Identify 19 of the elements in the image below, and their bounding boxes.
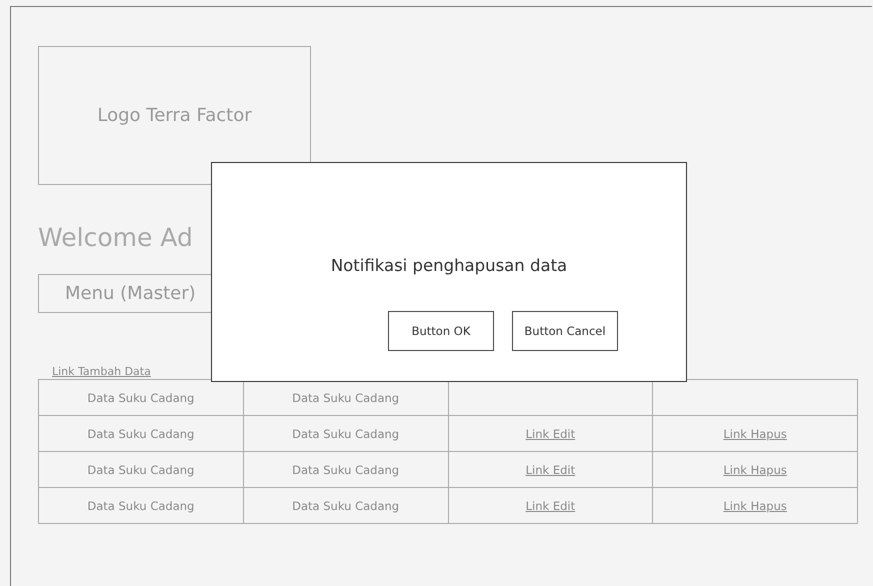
table-cell: Data Suku Cadang xyxy=(243,452,448,488)
table-link[interactable]: Link Edit xyxy=(526,462,576,476)
dialog-button[interactable]: Button OK xyxy=(388,311,494,351)
add-data-link[interactable]: Link Tambah Data xyxy=(52,365,151,378)
table-cell: Data Suku Cadang xyxy=(38,380,244,416)
logo-label: Logo Terra Factor xyxy=(97,105,252,126)
dialog-message: Notifikasi penghapusan data xyxy=(330,256,568,275)
table-link[interactable]: Link Edit xyxy=(526,498,576,512)
table-cell: Data Suku Cadang xyxy=(243,488,448,524)
table-cell: Data Suku Cadang xyxy=(38,488,244,524)
table-cell: Data Suku Cadang xyxy=(38,452,244,488)
welcome-heading: Welcome Ad xyxy=(38,223,193,252)
table-cell: Data Suku Cadang xyxy=(243,416,448,452)
table-cell: Data Suku Cadang xyxy=(38,416,244,452)
table-link[interactable]: Link Edit xyxy=(526,426,576,440)
table-link[interactable]: Link Hapus xyxy=(723,426,787,440)
dialog-button[interactable]: Button Cancel xyxy=(512,311,618,351)
table-link[interactable]: Link Hapus xyxy=(723,498,787,512)
table-link[interactable]: Link Hapus xyxy=(723,462,787,476)
